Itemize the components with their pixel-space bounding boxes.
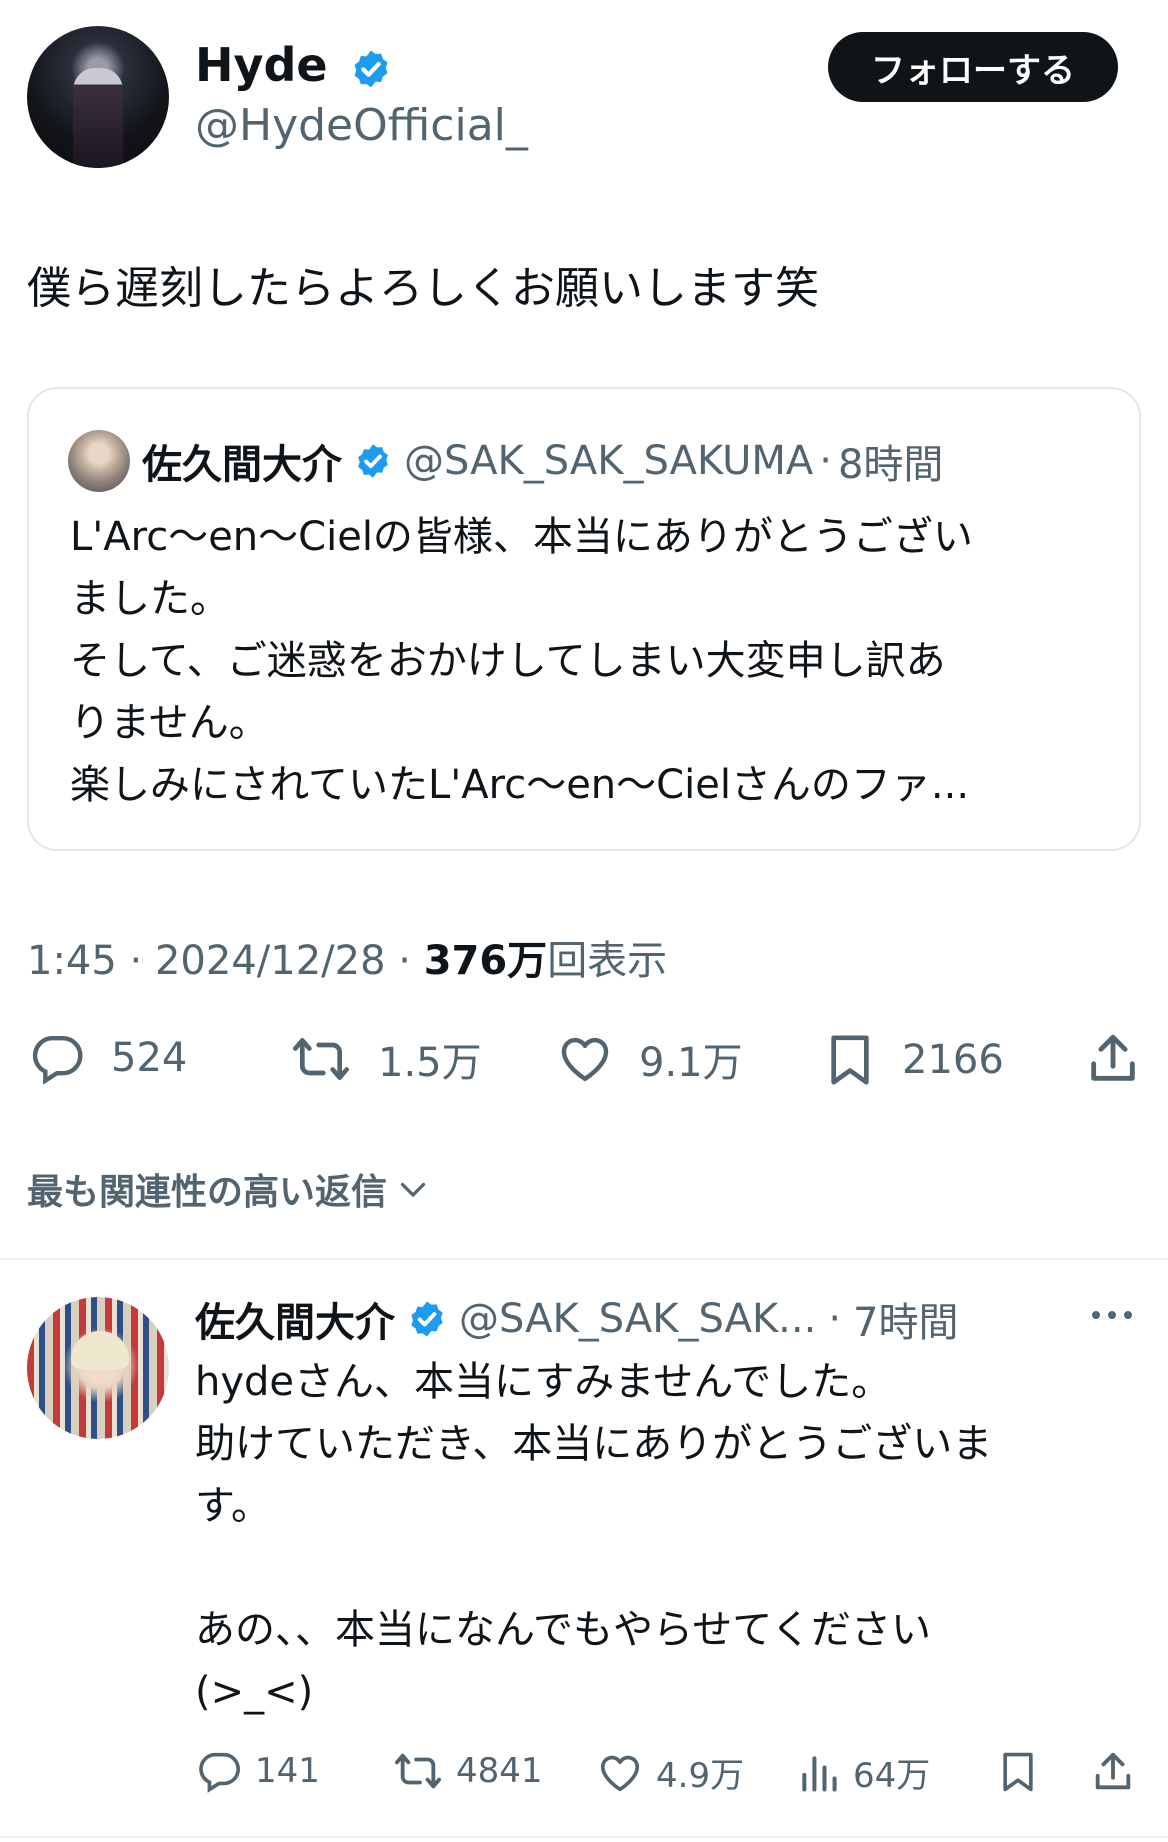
reply-line: hydeさん、本当にすみませんでした。	[195, 1359, 892, 1405]
reply-line: (>_<)	[195, 1669, 314, 1715]
tweet-time[interactable]: 1:45	[27, 938, 117, 984]
separator-dot: ·	[819, 438, 832, 484]
replies-sort-label: 最も関連性の高い返信	[27, 1172, 388, 1213]
dot	[1108, 1311, 1116, 1319]
quoted-time: 8時間	[837, 442, 944, 488]
quoted-header: 佐久間大介 @SAK_SAK_SAKUMA · 8時間	[142, 432, 943, 490]
reply-line	[195, 1537, 992, 1599]
reply-like-button[interactable]: 4.9万	[596, 1748, 744, 1797]
like-count: 9.1万	[639, 1040, 743, 1086]
reply-button[interactable]: 524	[27, 1030, 187, 1086]
reply-icon	[32, 1035, 83, 1085]
quoted-author-name: 佐久間大介	[142, 442, 342, 488]
separator-dot: ·	[398, 938, 424, 984]
more-options-icon[interactable]	[1092, 1305, 1140, 1325]
heart-icon	[561, 1037, 609, 1082]
avatar-figure	[71, 1331, 129, 1369]
quoted-line: ました。	[70, 576, 230, 622]
quoted-line: L'Arc〜en〜Cielの皆様、本当にありがとうござい	[70, 514, 973, 560]
share-icon	[1095, 1752, 1131, 1790]
views-label: 回表示	[547, 938, 668, 984]
divider	[0, 1836, 1168, 1838]
chevron-down-icon	[400, 1182, 426, 1197]
quoted-line: 楽しみにされていたL'Arc〜en〜Cielさんのファ...	[70, 762, 970, 808]
views-chart-icon	[802, 1755, 837, 1792]
bookmark-button[interactable]: 2166	[822, 1030, 1004, 1090]
like-button[interactable]: 9.1万	[555, 1030, 743, 1088]
reply-count: 524	[111, 1035, 188, 1081]
retweet-count: 4841	[456, 1751, 543, 1791]
reply-reply-button[interactable]: 141	[195, 1748, 320, 1794]
bookmark-icon	[831, 1035, 869, 1085]
verified-badge-icon	[354, 50, 388, 87]
dot	[1092, 1311, 1100, 1319]
reply-bookmark-button[interactable]	[996, 1748, 1040, 1796]
reply-header: 佐久間大介 @SAK_SAK_SAK... · 7時間	[195, 1290, 959, 1348]
reply-retweet-button[interactable]: 4841	[392, 1748, 543, 1794]
retweet-icon	[394, 1753, 441, 1789]
verified-badge-icon	[358, 444, 388, 478]
reply-author-avatar[interactable]	[27, 1297, 169, 1439]
reply-count: 141	[255, 1751, 320, 1791]
retweet-button[interactable]: 1.5万	[288, 1030, 482, 1088]
reply-author-name[interactable]: 佐久間大介	[195, 1290, 395, 1348]
reply-line: 助けていただき、本当にありがとうございま	[195, 1421, 993, 1467]
avatar-figure	[73, 68, 123, 168]
quoted-line: そして、ご迷惑をおかけしてしまい大変申し訳あ	[70, 638, 946, 684]
bookmark-icon	[1003, 1752, 1033, 1792]
retweet-icon	[293, 1038, 349, 1080]
reply-author-handle[interactable]: @SAK_SAK_SAK...	[459, 1296, 816, 1342]
reply-time[interactable]: 7時間	[853, 1290, 958, 1348]
hyde-avatar[interactable]	[27, 26, 169, 168]
author-handle[interactable]: @HydeOfficial_	[195, 100, 528, 151]
like-count: 4.9万	[656, 1756, 745, 1796]
reply-line: あの、、本当になんでもやらせてください	[195, 1607, 931, 1653]
views-count: 376万	[423, 938, 548, 984]
author-name-row[interactable]: Hyde	[195, 38, 392, 92]
divider	[0, 1258, 1168, 1260]
tweet-meta: 1:45 · 2024/12/28 · 376万回表示	[27, 928, 667, 986]
quoted-author-avatar	[68, 430, 130, 492]
share-button[interactable]	[1084, 1030, 1142, 1088]
bookmark-count: 2166	[902, 1037, 1004, 1083]
verified-badge-icon	[411, 1301, 443, 1337]
reply-views-button[interactable]: 64万	[797, 1748, 930, 1797]
separator-dot: ·	[828, 1296, 842, 1342]
follow-button[interactable]: フォローする	[828, 32, 1118, 102]
quoted-line: りません。	[70, 700, 269, 746]
replies-sort-dropdown[interactable]: 最も関連性の高い返信	[27, 1163, 431, 1215]
separator-dot: ·	[129, 938, 155, 984]
views-count: 64万	[853, 1756, 931, 1796]
dot	[1124, 1311, 1132, 1319]
heart-icon	[600, 1755, 640, 1791]
reply-line: す。	[195, 1483, 271, 1529]
reply-text: hydeさん、本当にすみませんでした。 助けていただき、本当にありがとうございま…	[195, 1351, 992, 1723]
reply-icon	[199, 1752, 240, 1793]
retweet-count: 1.5万	[378, 1040, 482, 1086]
quoted-author-handle: @SAK_SAK_SAKUMA	[404, 438, 814, 484]
reply-share-button[interactable]	[1090, 1748, 1136, 1796]
tweet-text: 僕ら遅刻したらよろしくお願いします笑	[27, 263, 819, 314]
tweet-date[interactable]: 2024/12/28	[155, 938, 386, 984]
share-icon	[1091, 1034, 1135, 1081]
quoted-tweet-text: L'Arc〜en〜Cielの皆様、本当にありがとうござい ました。 そして、ご迷…	[70, 506, 1100, 816]
author-name[interactable]: Hyde	[195, 38, 328, 92]
